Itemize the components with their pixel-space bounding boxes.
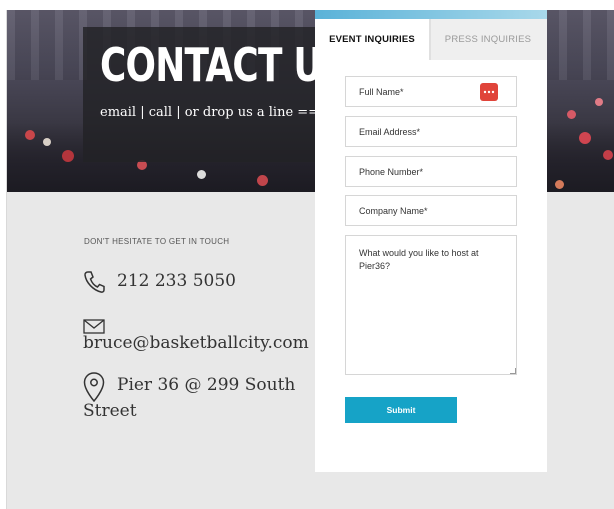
phone-link[interactable]: 212 233 5050 [117,271,236,291]
textarea-resize-handle[interactable] [510,368,516,374]
address-line-1: Pier 36 @ 299 South [117,375,296,395]
hero-subtitle: email | call | or drop us a line ==> [100,105,330,120]
company-placeholder: Company Name* [359,205,428,216]
inquiry-form: EVENT INQUIRIES PRESS INQUIRIES Full Nam… [315,10,547,472]
submit-button[interactable]: Submit [345,397,457,423]
full-name-placeholder: Full Name* [359,86,404,97]
phone-field[interactable]: Phone Number* [345,156,517,187]
phone-icon [84,271,105,293]
email-placeholder: Email Address* [359,126,421,137]
form-accent-bar [315,10,547,19]
page-title: CONTACT US [100,38,348,92]
envelope-icon [83,319,105,334]
phone-placeholder: Phone Number* [359,166,424,177]
message-textarea[interactable]: What would you like to host at Pier36? [345,235,517,375]
email-field[interactable]: Email Address* [345,116,517,147]
location-pin-icon [83,372,105,403]
tab-divider [429,19,431,60]
message-placeholder: What would you like to host at Pier36? [359,248,479,271]
tab-press-inquiries[interactable]: PRESS INQUIRIES [429,19,547,60]
tab-event-inquiries[interactable]: EVENT INQUIRIES [315,19,429,60]
company-field[interactable]: Company Name* [345,195,517,226]
page: CONTACT US email | call | or drop us a l… [0,0,614,509]
email-link[interactable]: bruce@basketballcity.com [83,333,309,353]
password-manager-icon[interactable] [480,83,498,101]
contact-section-label: DON'T HESITATE TO GET IN TOUCH [84,237,230,246]
address-line-2: Street [83,401,137,421]
